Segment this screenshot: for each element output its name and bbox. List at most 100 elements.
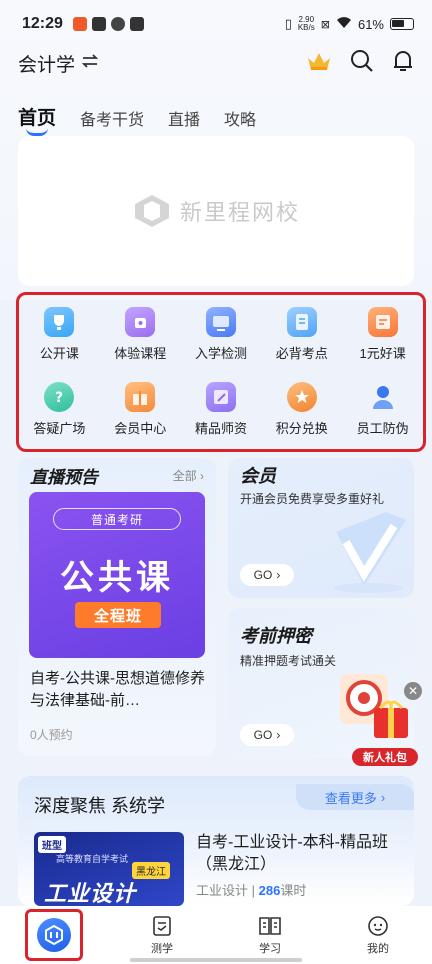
poster-button: 全程班 (75, 602, 161, 628)
shortcut-member-center[interactable]: 会员中心 (100, 372, 181, 447)
subject-name: 会计学 (18, 54, 76, 76)
tab-prep-materials[interactable]: 备考干货 (80, 106, 144, 130)
search-icon[interactable] (350, 49, 374, 78)
svg-text:?: ? (55, 390, 63, 406)
brand-logo: 新里程网校 (132, 193, 300, 229)
tab-home[interactable]: 首页 (18, 103, 56, 136)
press-subtitle: 精准押题考试通关 (240, 654, 337, 668)
member-card[interactable]: 会员 开通会员免费享受多重好礼 GO › (228, 458, 414, 598)
live-preview-header: 直播预告 全部 › (18, 458, 216, 487)
tab-guide[interactable]: 攻略 (224, 106, 256, 130)
trophy-icon (44, 307, 75, 337)
member-title: 会员 (240, 466, 276, 486)
wifi-icon (336, 16, 352, 32)
live-preview-all-link[interactable]: 全部 › (173, 467, 204, 484)
quiz-icon (153, 915, 171, 936)
status-time: 12:29 (22, 15, 63, 32)
member-go-button[interactable]: GO › (240, 564, 294, 586)
crown-icon[interactable] (306, 50, 332, 77)
live-preview-all-label: 全部 (172, 468, 197, 483)
star-badge-icon (286, 382, 317, 412)
chevron-right-icon: › (200, 468, 204, 483)
press-go-button[interactable]: GO › (240, 724, 294, 746)
shortcut-label: 员工防伪 (356, 421, 409, 436)
promo-banner[interactable]: 新里程网校 (18, 136, 414, 286)
net-speed-unit: KB/s (297, 23, 315, 32)
shortcut-label: 1元好课 (359, 346, 406, 361)
thumb-title: 工业设计 (44, 881, 137, 906)
nav-label: 学习 (259, 942, 281, 955)
shortcut-quality-teachers[interactable]: 精品师资 (181, 372, 262, 447)
course-hours: 286 (258, 883, 281, 898)
new-user-gift-tag[interactable]: 新人礼包 (352, 748, 418, 766)
appointment-count: 0人预约 (30, 728, 73, 742)
coupon-icon (367, 307, 398, 337)
shortcut-staff-verify[interactable]: 员工防伪 (342, 372, 423, 447)
notification-app-icon (72, 17, 87, 31)
poster-tag: 普通考研 (53, 508, 181, 530)
course-category: 工业设计 (196, 883, 249, 898)
pen-notebook-icon (205, 382, 236, 412)
net-speed: 2.90 KB/s (298, 16, 315, 32)
shortcut-label: 积分兑换 (275, 421, 328, 436)
shortcut-trial-course[interactable]: 体验课程 (100, 297, 181, 372)
profile-icon (368, 915, 388, 936)
shortcut-label: 体验课程 (114, 346, 167, 361)
tab-live[interactable]: 直播 (168, 106, 200, 130)
document-icon (286, 307, 317, 337)
live-poster[interactable]: 普通考研 公共课 全程班 (29, 492, 205, 658)
nav-study[interactable]: 学习 (216, 915, 324, 956)
focus-section: 深度聚焦 系统学 查看更多 › 班型 高等教育自学考试 黑龙江 工业设计 自考-… (18, 776, 414, 906)
question-bubble-icon: ? (44, 382, 75, 412)
person-icon (368, 382, 398, 412)
subject-switcher[interactable]: 会计学 (18, 50, 99, 77)
notification-app-icon (110, 17, 125, 31)
exam-press-card[interactable]: 考前押密 精准押题考试通关 GO › (228, 608, 414, 758)
sim-icon: ⊠ (320, 18, 330, 31)
live-preview-card[interactable]: 直播预告 全部 › 普通考研 公共课 全程班 自考-公共课-思想道德修养与法律基… (18, 458, 216, 756)
course-title[interactable]: 自考-工业设计-本科-精品班（黑龙江） (196, 832, 402, 876)
notification-app-icon (91, 17, 106, 31)
home-highlight (25, 909, 83, 961)
monitor-icon (205, 307, 236, 337)
press-go-label: GO (253, 728, 273, 742)
view-more-label: 查看更多 (324, 790, 377, 806)
bell-icon[interactable] (392, 49, 414, 78)
view-more-link[interactable]: 查看更多 › (296, 784, 414, 810)
meta-divider: | (251, 883, 259, 898)
shortcut-grid: 公开课 体验课程 入学检测 必背考点 1元好课 ? 答疑广场 会员中心 精品师资… (16, 292, 426, 452)
shortcut-qa-square[interactable]: ? 答疑广场 (19, 372, 100, 447)
shortcut-label: 公开课 (39, 346, 79, 361)
swap-arrows-icon (81, 52, 99, 74)
shortcut-entrance-test[interactable]: 入学检测 (181, 297, 262, 372)
app-header: 会计学 (0, 42, 432, 84)
chevron-right-icon: › (276, 568, 281, 582)
book-icon (259, 916, 281, 935)
nav-quiz[interactable]: 测学 (108, 915, 216, 956)
gift-box-icon (125, 382, 156, 412)
chevron-right-icon: › (380, 789, 386, 805)
battery-percent: 61% (357, 16, 384, 32)
shortcut-label: 答疑广场 (33, 421, 86, 436)
status-bar: 12:29 ▯ 2.90 KB/s ⊠ 61% (0, 0, 432, 48)
home-indicator-bar[interactable] (130, 958, 302, 962)
battery-icon (390, 18, 414, 30)
shortcut-key-points[interactable]: 必背考点 (261, 297, 342, 372)
shortcut-label: 入学检测 (194, 346, 247, 361)
shortcut-open-class[interactable]: 公开课 (19, 297, 100, 372)
nav-label: 我的 (367, 942, 389, 955)
brand-logo-text: 新里程网校 (179, 200, 300, 225)
shortcut-label: 必背考点 (275, 346, 328, 361)
nav-profile[interactable]: 我的 (324, 915, 432, 956)
thumb-tag: 班型 (38, 836, 66, 853)
nav-home[interactable] (0, 909, 108, 961)
thumb-subtitle: 高等教育自学考试 (56, 854, 129, 864)
member-go-label: GO (253, 568, 273, 582)
shortcut-label: 会员中心 (114, 421, 167, 436)
course-thumbnail[interactable]: 班型 高等教育自学考试 黑龙江 工业设计 (34, 832, 184, 906)
shortcut-points-exchange[interactable]: 积分兑换 (261, 372, 342, 447)
bag-icon (125, 307, 156, 337)
course-meta: 工业设计 | 286课时 (196, 880, 306, 899)
close-icon[interactable]: ✕ (404, 682, 422, 700)
shortcut-one-yuan-course[interactable]: 1元好课 (342, 297, 423, 372)
